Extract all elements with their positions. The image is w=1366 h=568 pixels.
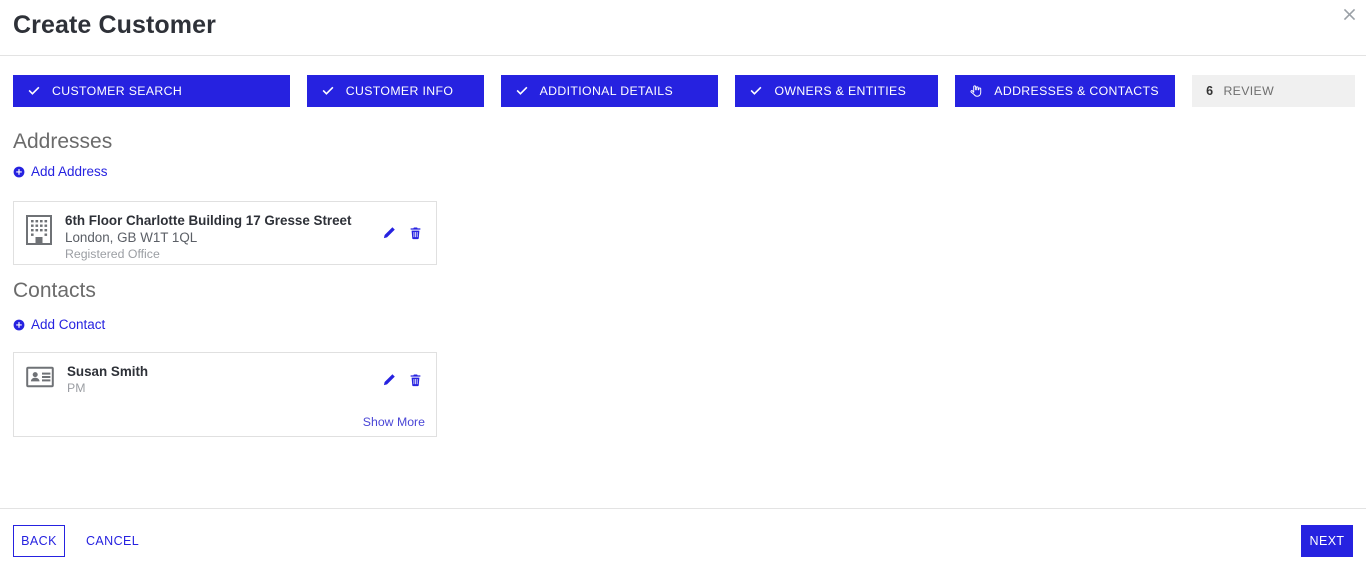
contact-card-icon	[26, 366, 54, 397]
create-customer-dialog: Create Customer CUSTOMER SEARCH CUSTOMER…	[0, 0, 1366, 568]
pencil-icon[interactable]	[382, 373, 396, 392]
trash-icon[interactable]	[409, 373, 422, 392]
add-address-label: Add Address	[31, 164, 108, 179]
step-additional-details[interactable]: ADDITIONAL DETAILS	[500, 75, 719, 107]
check-icon	[515, 84, 529, 98]
contact-name: Susan Smith	[67, 364, 149, 379]
address-street: 6th Floor Charlotte Building 17 Gresse S…	[65, 213, 352, 228]
step-addresses-contacts[interactable]: ADDRESSES & CONTACTS	[955, 75, 1176, 107]
building-icon	[26, 215, 52, 263]
next-button[interactable]: NEXT	[1301, 525, 1353, 557]
step-owners-entities[interactable]: OWNERS & ENTITIES	[735, 75, 939, 107]
close-icon[interactable]	[1338, 3, 1360, 25]
trash-icon[interactable]	[409, 226, 422, 245]
add-address-link[interactable]: Add Address	[13, 164, 108, 179]
address-card[interactable]: 6th Floor Charlotte Building 17 Gresse S…	[13, 201, 437, 265]
step-label: ADDITIONAL DETAILS	[539, 84, 674, 98]
address-type: Registered Office	[65, 247, 160, 261]
step-label: ADDRESSES & CONTACTS	[994, 84, 1159, 98]
step-review[interactable]: 6 REVIEW	[1192, 75, 1355, 107]
cancel-button[interactable]: CANCEL	[78, 525, 147, 557]
plus-circle-icon	[13, 319, 25, 331]
page-title: Create Customer	[13, 11, 216, 39]
step-label: OWNERS & ENTITIES	[774, 84, 907, 98]
add-contact-label: Add Contact	[31, 317, 106, 332]
hand-pointer-icon	[969, 84, 983, 98]
dialog-header: Create Customer	[0, 0, 1366, 56]
contact-card-actions	[382, 373, 422, 392]
step-label: CUSTOMER INFO	[345, 84, 454, 98]
addresses-section-title: Addresses	[13, 130, 113, 153]
plus-circle-icon	[13, 166, 25, 178]
add-contact-link[interactable]: Add Contact	[13, 317, 105, 332]
step-label: CUSTOMER SEARCH	[52, 84, 183, 98]
back-button[interactable]: BACK	[13, 525, 65, 557]
contact-card-row: Susan Smith PM	[14, 353, 436, 397]
check-icon	[27, 84, 41, 98]
address-card-actions	[382, 226, 422, 245]
step-customer-search[interactable]: CUSTOMER SEARCH	[13, 75, 290, 107]
contacts-section-title: Contacts	[13, 279, 96, 302]
step-number: 6	[1206, 84, 1214, 98]
wizard-stepper: CUSTOMER SEARCH CUSTOMER INFO ADDITIONAL…	[13, 75, 1355, 107]
contact-role: PM	[67, 381, 86, 395]
address-card-body: 6th Floor Charlotte Building 17 Gresse S…	[65, 212, 424, 263]
contact-card-body: Susan Smith PM	[67, 363, 424, 397]
show-more-link[interactable]: Show More	[363, 415, 425, 429]
pencil-icon[interactable]	[382, 226, 396, 245]
address-card-row: 6th Floor Charlotte Building 17 Gresse S…	[14, 202, 436, 263]
step-customer-info[interactable]: CUSTOMER INFO	[306, 75, 484, 107]
address-locality: London, GB W1T 1QL	[65, 230, 198, 245]
check-icon	[321, 84, 335, 98]
footer-divider	[0, 508, 1366, 509]
step-label: REVIEW	[1223, 84, 1275, 98]
check-icon	[749, 84, 763, 98]
contact-card[interactable]: Susan Smith PM Show More	[13, 352, 437, 437]
